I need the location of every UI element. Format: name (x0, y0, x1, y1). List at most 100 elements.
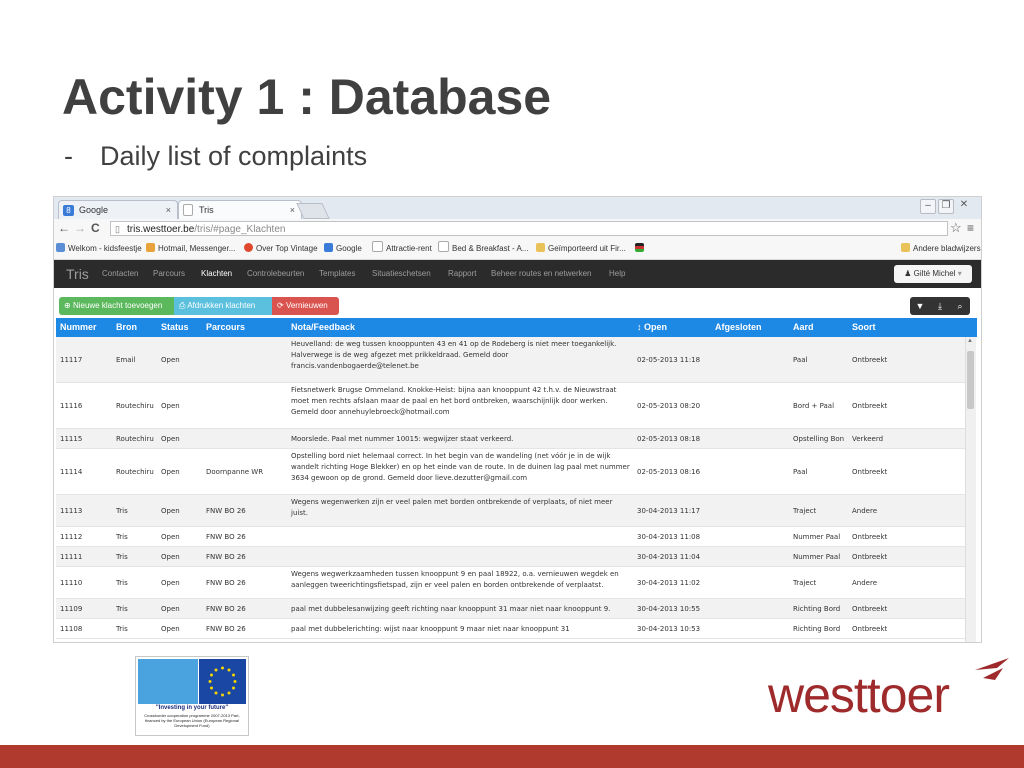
column-bron[interactable]: Bron (116, 318, 137, 337)
nav-help[interactable]: Help (609, 260, 625, 288)
table-row[interactable]: 11112 Tris Open FNW BO 26 30-04-2013 11:08 Nu… (56, 527, 965, 547)
logo-wing-icon (975, 658, 1009, 680)
column-parcours[interactable]: Parcours (206, 318, 245, 337)
search-icon[interactable]: ⌕ (950, 297, 970, 315)
cell-nummer: 11117 (60, 355, 83, 364)
column-status[interactable]: Status (161, 318, 189, 337)
user-menu-button[interactable]: ♟ Gilté Michel ▾ (894, 265, 972, 283)
cell-aard: Nummer Paal (793, 532, 841, 541)
url-host: tris.westtoer.be (127, 224, 195, 235)
scrollbar[interactable]: ▲ (965, 337, 976, 642)
eu-interreg-logo: "Investing in your future" Crossborder c… (135, 656, 249, 736)
column-aard[interactable]: Aard (793, 318, 814, 337)
flag-icon[interactable] (635, 239, 647, 259)
back-icon[interactable]: ← (58, 221, 70, 235)
minimize-icon[interactable]: – (920, 199, 936, 214)
cell-nota: Fietsnetwerk Brugse Ommeland. Knokke-Hei… (291, 386, 617, 416)
bookmark-item[interactable]: Welkom - kidsfeestje (56, 239, 142, 259)
table-row[interactable]: 11110 Tris Open FNW BO 26 Wegens wegwerkzaam… (56, 567, 965, 599)
cell-nota: paal met dubbelesanwijzing geeft richtin… (291, 604, 611, 613)
close-icon[interactable]: × (166, 201, 171, 220)
menu-icon[interactable]: ≡ (967, 221, 974, 235)
bookmark-item[interactable]: Geïmporteerd uit Fir... (536, 239, 626, 259)
tab-google[interactable]: 8 Google × (58, 200, 178, 219)
add-complaint-button[interactable]: ⊕ Nieuwe klacht toevoegen (59, 297, 174, 315)
print-complaints-button[interactable]: ⎙ Afdrukken klachten (174, 297, 272, 315)
cell-status: Open (161, 604, 180, 613)
cell-bron: Tris (116, 532, 128, 541)
cell-soort: Ontbreekt (852, 355, 888, 364)
cell-bron: Tris (116, 578, 128, 587)
star-icon[interactable]: ☆ (950, 220, 962, 236)
table-row[interactable]: 11111 Tris Open FNW BO 26 30-04-2013 11:04 Nu… (56, 547, 965, 567)
scroll-thumb[interactable] (967, 351, 974, 409)
nav-parcours[interactable]: Parcours (153, 260, 185, 288)
cell-open: 30-04-2013 10:55 (637, 604, 701, 613)
folder-icon (901, 243, 910, 252)
cell-nummer: 11116 (60, 401, 83, 410)
bookmark-item[interactable]: Attractie-rent (372, 239, 432, 259)
column-nota[interactable]: Nota/Feedback (291, 318, 355, 337)
nav-klachten[interactable]: Klachten (201, 260, 232, 288)
column-open-label: Open (644, 322, 668, 332)
table-row[interactable]: 11109 Tris Open FNW BO 26 paal met dubbelesa… (56, 599, 965, 619)
bookmark-item[interactable]: Hotmail, Messenger... (146, 239, 235, 259)
cell-aard: Paal (793, 467, 808, 476)
table-row[interactable]: 11108 Tris Open FNW BO 26 paal met dubbeleri… (56, 619, 965, 639)
bookmark-icon (146, 243, 155, 252)
nav-controlebeurten[interactable]: Controlebeurten (247, 260, 304, 288)
cell-aard: Traject (793, 578, 817, 587)
tab-label: Google (79, 205, 109, 215)
cell-nummer: 11109 (60, 604, 83, 613)
download-icon[interactable]: ⤓ (930, 297, 950, 315)
reload-icon[interactable]: C (91, 221, 100, 235)
cell-aard: Traject (793, 506, 817, 515)
nav-situatieschetsen[interactable]: Situatieschetsen (372, 260, 431, 288)
nav-beheer[interactable]: Beheer routes en netwerken (491, 260, 592, 288)
table-row[interactable]: 11114 Routechiru Open Doornpanne WR Opstelli… (56, 449, 965, 495)
browser-screenshot: 8 Google × Tris × – ❐ ✕ ← → C ▯ tris.wes… (53, 196, 982, 643)
bookmark-item[interactable]: Google (324, 239, 362, 259)
tab-tris[interactable]: Tris × (178, 200, 302, 219)
user-icon: ♟ (904, 269, 912, 278)
nav-contacten[interactable]: Contacten (102, 260, 138, 288)
cell-nota: Opstelling bord niet helemaal correct. I… (291, 452, 630, 482)
cell-aard: Paal (793, 355, 808, 364)
close-window-icon[interactable]: ✕ (957, 199, 971, 212)
column-afgesloten[interactable]: Afgesloten (715, 318, 762, 337)
table-header: Nummer Bron Status Parcours Nota/Feedbac… (56, 318, 977, 337)
westtoer-logo: westtoer (768, 656, 1013, 726)
table-row[interactable]: 11117 Email Open Heuvelland: de weg tussen … (56, 337, 965, 383)
table-row[interactable]: 11115 Routechiru Open Moorslede. Paal met n… (56, 429, 965, 449)
refresh-icon: ⟳ (277, 301, 284, 310)
cell-status: Open (161, 578, 180, 587)
cell-soort: Ontbreekt (852, 604, 888, 613)
close-icon[interactable]: × (290, 201, 295, 220)
filter-icon[interactable]: ▼ (910, 297, 930, 315)
cell-bron: Tris (116, 552, 128, 561)
table-row[interactable]: 11116 Routechiru Open Fietsnetwerk Brugse O… (56, 383, 965, 429)
url-bar[interactable]: ▯ tris.westtoer.be/tris/#page_Klachten (110, 221, 948, 236)
column-nummer[interactable]: Nummer (60, 318, 97, 337)
button-label: Nieuwe klacht toevoegen (72, 301, 163, 310)
nav-rapport[interactable]: Rapport (448, 260, 476, 288)
bookmark-item[interactable]: Over Top Vintage (244, 239, 318, 259)
nav-templates[interactable]: Templates (319, 260, 355, 288)
app-brand[interactable]: Tris (66, 260, 89, 288)
bookmark-item[interactable]: Bed & Breakfast - A... (438, 239, 528, 259)
restore-icon[interactable]: ❐ (938, 199, 954, 214)
cell-bron: Email (116, 355, 136, 364)
bookmark-item[interactable]: Andere bladwijzers (901, 239, 981, 259)
column-open[interactable]: ↕ Open (637, 318, 667, 337)
column-soort[interactable]: Soort (852, 318, 876, 337)
scroll-up-icon[interactable]: ▲ (967, 338, 973, 344)
slide-title: Activity 1 : Database (62, 69, 552, 125)
forward-icon[interactable]: → (74, 221, 86, 235)
refresh-button[interactable]: ⟳ Vernieuwen (272, 297, 339, 315)
slide-bullet: - Daily list of complaints (64, 141, 367, 172)
eu-programme-text: Crossborder cooperation programme 2007-2… (144, 713, 240, 728)
cell-nota: paal met dubbelerichting: wijst naar kno… (291, 624, 570, 633)
table-row[interactable]: 11113 Tris Open FNW BO 26 Wegens wegenwerken… (56, 495, 965, 527)
cell-open: 02-05-2013 08:16 (637, 467, 701, 476)
cell-status: Open (161, 532, 180, 541)
